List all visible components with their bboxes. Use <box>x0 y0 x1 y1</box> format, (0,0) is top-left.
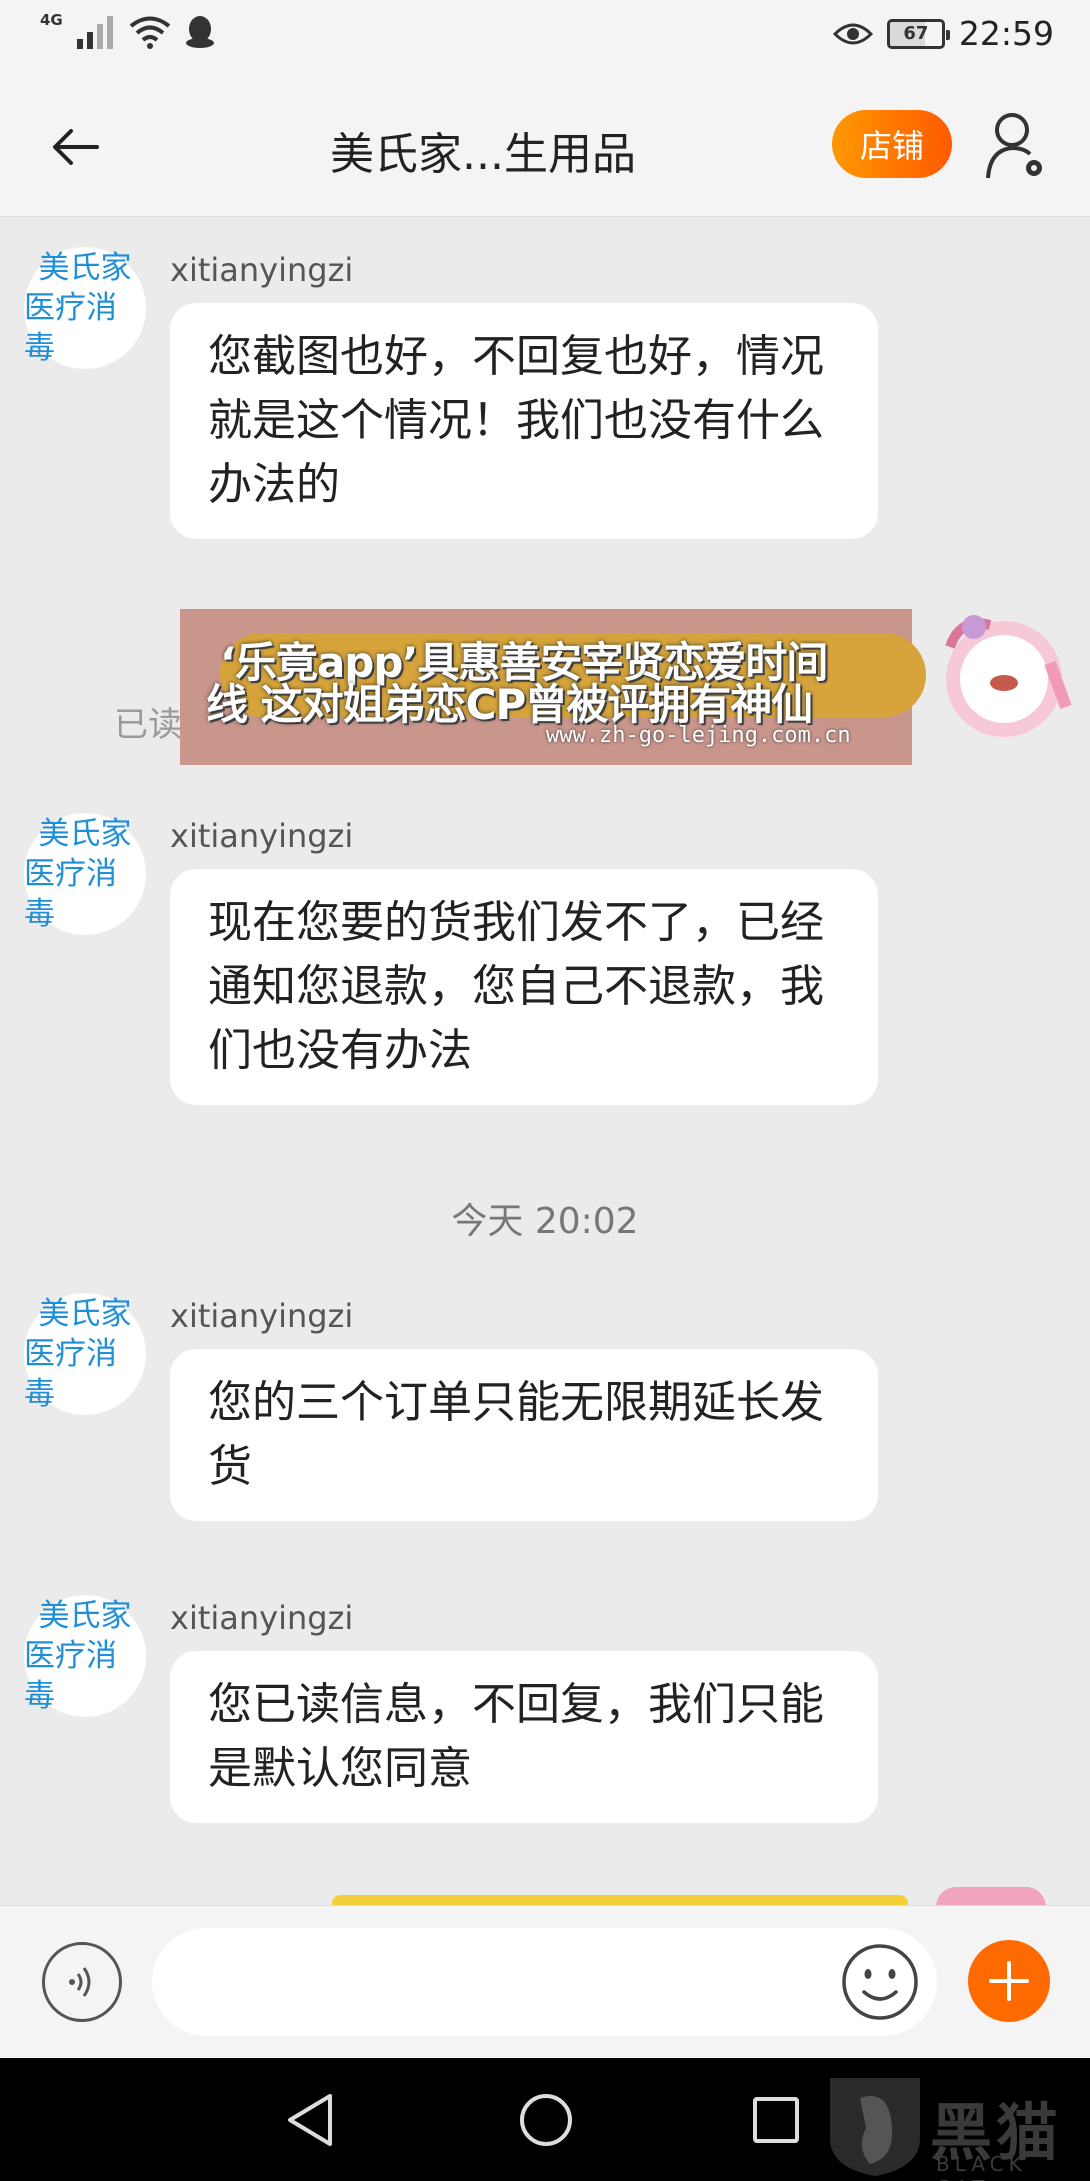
message-input[interactable] <box>152 1928 937 2036</box>
shop-avatar[interactable]: 美氏家 医疗消毒 <box>24 247 146 369</box>
shop-avatar[interactable]: 美氏家 医疗消毒 <box>24 1293 146 1415</box>
ad-badge-peek <box>936 1887 1046 1905</box>
ad-badge-icon[interactable] <box>930 607 1076 747</box>
avatar-line1: 美氏家 <box>38 250 132 286</box>
status-bar: 4G 67 22:59 <box>0 0 1090 72</box>
plus-icon <box>989 1961 1029 2001</box>
more-actions-button[interactable] <box>968 1940 1050 2022</box>
watermark-sub: BLACK CAT <box>936 2152 1027 2181</box>
message-bubble[interactable]: 您的三个订单只能无限期延长发货 <box>170 1349 878 1521</box>
network-type-label: 4G <box>40 11 63 29</box>
status-time: 22:59 <box>958 14 1054 53</box>
signal-icon <box>76 16 113 49</box>
sender-name: xitianyingzi <box>170 1599 354 1637</box>
battery-indicator: 67 <box>886 18 950 49</box>
ad-banner[interactable]: ‘乐竟app’具惠善安宰贤恋爱时间 线 这对姐弟恋CP曾被评拥有神仙 www.z… <box>180 609 926 765</box>
battery-level: 67 <box>903 23 929 44</box>
voice-icon <box>69 1967 91 1997</box>
black-cat-logo-icon <box>830 2078 920 2176</box>
chat-title: 美氏家...生用品 <box>330 129 636 180</box>
eye-comfort-icon <box>832 23 873 44</box>
black-cat-watermark: 黑猫 BLACK CAT <box>820 2068 1090 2181</box>
sender-name: xitianyingzi <box>170 817 354 855</box>
message-input-bar <box>0 1905 1090 2058</box>
sender-name: xitianyingzi <box>170 1297 354 1335</box>
emoji-button[interactable] <box>840 1942 920 2022</box>
avatar-line1: 美氏家 <box>38 816 132 852</box>
message-bubble[interactable]: 您已读信息，不回复，我们只能是默认您同意 <box>170 1651 878 1823</box>
back-arrow-icon <box>53 129 99 165</box>
avatar-line2: 医疗消毒 <box>24 290 117 366</box>
qq-notification-icon <box>185 16 214 48</box>
read-status: 已读 <box>114 705 182 745</box>
back-button[interactable] <box>40 112 110 182</box>
avatar-line2: 医疗消毒 <box>24 1336 117 1412</box>
system-navigation-bar: 黑猫 BLACK CAT <box>0 2058 1090 2181</box>
avatar-line1: 美氏家 <box>38 1598 132 1634</box>
shop-avatar[interactable]: 美氏家 医疗消毒 <box>24 813 146 935</box>
system-home-icon[interactable] <box>518 2092 574 2148</box>
time-separator: 今天 20:02 <box>451 1201 639 1242</box>
ad-url: www.zh-go-lejing.com.cn <box>546 723 851 748</box>
system-recent-apps-icon[interactable] <box>752 2096 800 2144</box>
voice-button[interactable] <box>42 1942 122 2022</box>
emoji-icon <box>842 1944 918 2020</box>
user-settings-button[interactable] <box>984 108 1054 184</box>
avatar-line2: 医疗消毒 <box>24 856 117 932</box>
system-back-icon[interactable] <box>284 2092 338 2148</box>
avatar-line1: 美氏家 <box>38 1296 132 1332</box>
message-bubble[interactable]: 现在您要的货我们发不了，已经通知您退款，您自己不退款，我们也没有办法 <box>170 869 878 1105</box>
shop-button[interactable]: 店铺 <box>832 110 952 178</box>
chat-header: 美氏家...生用品 店铺 <box>0 72 1090 217</box>
sender-name: xitianyingzi <box>170 251 354 289</box>
avatar-line2: 医疗消毒 <box>24 1638 117 1714</box>
chat-messages[interactable]: 美氏家 医疗消毒 xitianyingzi 您截图也好，不回复也好，情况就是这个… <box>0 217 1090 1905</box>
user-settings-icon <box>986 113 1042 179</box>
shop-avatar[interactable]: 美氏家 医疗消毒 <box>24 1595 146 1717</box>
ad-banner-peek <box>332 1895 908 1905</box>
wifi-icon <box>129 16 170 49</box>
message-bubble[interactable]: 您截图也好，不回复也好，情况就是这个情况！我们也没有什么办法的 <box>170 303 878 539</box>
